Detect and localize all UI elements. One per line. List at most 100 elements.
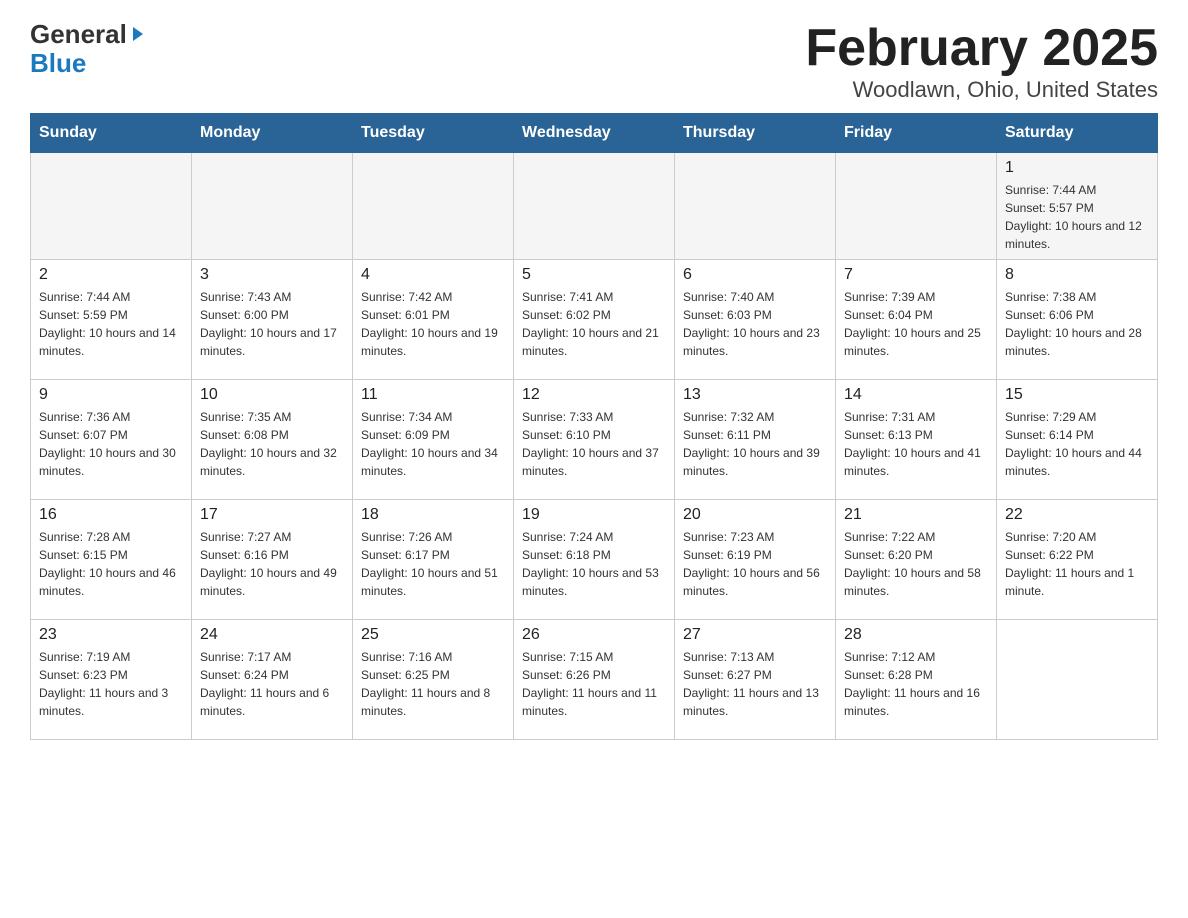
- calendar-cell: [997, 620, 1158, 740]
- calendar-week-5: 23 Sunrise: 7:19 AM Sunset: 6:23 PM Dayli…: [31, 620, 1158, 740]
- day-number: 20: [683, 506, 827, 524]
- day-info: Sunrise: 7:42 AM Sunset: 6:01 PM Dayligh…: [361, 288, 505, 360]
- day-number: 14: [844, 386, 988, 404]
- calendar-cell: 9 Sunrise: 7:36 AM Sunset: 6:07 PM Daylig…: [31, 380, 192, 500]
- calendar-cell: 8 Sunrise: 7:38 AM Sunset: 6:06 PM Daylig…: [997, 260, 1158, 380]
- day-info: Sunrise: 7:24 AM Sunset: 6:18 PM Dayligh…: [522, 528, 666, 600]
- day-number: 19: [522, 506, 666, 524]
- day-number: 9: [39, 386, 183, 404]
- day-number: 15: [1005, 386, 1149, 404]
- day-header-wednesday: Wednesday: [514, 114, 675, 153]
- day-number: 18: [361, 506, 505, 524]
- day-number: 23: [39, 626, 183, 644]
- calendar-body: 1 Sunrise: 7:44 AM Sunset: 5:57 PM Daylig…: [31, 153, 1158, 740]
- page-title: February 2025: [805, 20, 1158, 77]
- calendar-cell: 15 Sunrise: 7:29 AM Sunset: 6:14 PM Dayli…: [997, 380, 1158, 500]
- day-info: Sunrise: 7:13 AM Sunset: 6:27 PM Dayligh…: [683, 648, 827, 720]
- day-number: 12: [522, 386, 666, 404]
- logo: General Blue: [30, 20, 147, 77]
- day-number: 27: [683, 626, 827, 644]
- calendar-cell: 28 Sunrise: 7:12 AM Sunset: 6:28 PM Dayli…: [836, 620, 997, 740]
- day-info: Sunrise: 7:41 AM Sunset: 6:02 PM Dayligh…: [522, 288, 666, 360]
- title-block: February 2025 Woodlawn, Ohio, United Sta…: [805, 20, 1158, 103]
- calendar-cell: 16 Sunrise: 7:28 AM Sunset: 6:15 PM Dayli…: [31, 500, 192, 620]
- day-number: 21: [844, 506, 988, 524]
- calendar-week-4: 16 Sunrise: 7:28 AM Sunset: 6:15 PM Dayli…: [31, 500, 1158, 620]
- calendar-week-2: 2 Sunrise: 7:44 AM Sunset: 5:59 PM Daylig…: [31, 260, 1158, 380]
- calendar-cell: [675, 153, 836, 260]
- day-info: Sunrise: 7:17 AM Sunset: 6:24 PM Dayligh…: [200, 648, 344, 720]
- day-header-sunday: Sunday: [31, 114, 192, 153]
- day-info: Sunrise: 7:28 AM Sunset: 6:15 PM Dayligh…: [39, 528, 183, 600]
- day-info: Sunrise: 7:29 AM Sunset: 6:14 PM Dayligh…: [1005, 408, 1149, 480]
- day-info: Sunrise: 7:15 AM Sunset: 6:26 PM Dayligh…: [522, 648, 666, 720]
- day-header-tuesday: Tuesday: [353, 114, 514, 153]
- calendar-cell: 5 Sunrise: 7:41 AM Sunset: 6:02 PM Daylig…: [514, 260, 675, 380]
- day-info: Sunrise: 7:23 AM Sunset: 6:19 PM Dayligh…: [683, 528, 827, 600]
- logo-blue-text: Blue: [30, 48, 86, 78]
- page-header: General Blue February 2025 Woodlawn, Ohi…: [30, 20, 1158, 103]
- calendar-cell: [31, 153, 192, 260]
- day-header-thursday: Thursday: [675, 114, 836, 153]
- day-number: 11: [361, 386, 505, 404]
- day-number: 24: [200, 626, 344, 644]
- calendar-cell: [514, 153, 675, 260]
- day-info: Sunrise: 7:20 AM Sunset: 6:22 PM Dayligh…: [1005, 528, 1149, 600]
- calendar-cell: 11 Sunrise: 7:34 AM Sunset: 6:09 PM Dayli…: [353, 380, 514, 500]
- calendar-cell: 26Sunrise: 7:15 AM Sunset: 6:26 PM Dayli…: [514, 620, 675, 740]
- day-info: Sunrise: 7:31 AM Sunset: 6:13 PM Dayligh…: [844, 408, 988, 480]
- day-header-saturday: Saturday: [997, 114, 1158, 153]
- day-info: Sunrise: 7:27 AM Sunset: 6:16 PM Dayligh…: [200, 528, 344, 600]
- calendar-cell: 22Sunrise: 7:20 AM Sunset: 6:22 PM Dayli…: [997, 500, 1158, 620]
- day-number: 8: [1005, 266, 1149, 284]
- day-info: Sunrise: 7:40 AM Sunset: 6:03 PM Dayligh…: [683, 288, 827, 360]
- day-info: Sunrise: 7:34 AM Sunset: 6:09 PM Dayligh…: [361, 408, 505, 480]
- day-info: Sunrise: 7:26 AM Sunset: 6:17 PM Dayligh…: [361, 528, 505, 600]
- calendar-cell: 13 Sunrise: 7:32 AM Sunset: 6:11 PM Dayli…: [675, 380, 836, 500]
- day-info: Sunrise: 7:43 AM Sunset: 6:00 PM Dayligh…: [200, 288, 344, 360]
- calendar-cell: 2 Sunrise: 7:44 AM Sunset: 5:59 PM Daylig…: [31, 260, 192, 380]
- calendar-cell: 25Sunrise: 7:16 AM Sunset: 6:25 PM Dayli…: [353, 620, 514, 740]
- calendar-cell: 10 Sunrise: 7:35 AM Sunset: 6:08 PM Dayli…: [192, 380, 353, 500]
- day-info: Sunrise: 7:44 AM Sunset: 5:57 PM Dayligh…: [1005, 181, 1149, 253]
- day-header-monday: Monday: [192, 114, 353, 153]
- day-info: Sunrise: 7:12 AM Sunset: 6:28 PM Dayligh…: [844, 648, 988, 720]
- calendar-cell: 17 Sunrise: 7:27 AM Sunset: 6:16 PM Dayli…: [192, 500, 353, 620]
- calendar-cell: 14 Sunrise: 7:31 AM Sunset: 6:13 PM Dayli…: [836, 380, 997, 500]
- calendar-cell: 19 Sunrise: 7:24 AM Sunset: 6:18 PM Dayli…: [514, 500, 675, 620]
- day-number: 28: [844, 626, 988, 644]
- calendar-cell: 27 Sunrise: 7:13 AM Sunset: 6:27 PM Dayli…: [675, 620, 836, 740]
- calendar-cell: 23 Sunrise: 7:19 AM Sunset: 6:23 PM Dayli…: [31, 620, 192, 740]
- day-number: 13: [683, 386, 827, 404]
- day-number: 2: [39, 266, 183, 284]
- logo-general-text: General: [30, 20, 127, 49]
- calendar-cell: [836, 153, 997, 260]
- day-info: Sunrise: 7:35 AM Sunset: 6:08 PM Dayligh…: [200, 408, 344, 480]
- calendar-week-1: 1 Sunrise: 7:44 AM Sunset: 5:57 PM Daylig…: [31, 153, 1158, 260]
- day-number: 7: [844, 266, 988, 284]
- calendar-cell: 21Sunrise: 7:22 AM Sunset: 6:20 PM Dayli…: [836, 500, 997, 620]
- calendar-cell: 6Sunrise: 7:40 AM Sunset: 6:03 PM Daylig…: [675, 260, 836, 380]
- calendar-cell: 12 Sunrise: 7:33 AM Sunset: 6:10 PM Dayli…: [514, 380, 675, 500]
- calendar-cell: 18 Sunrise: 7:26 AM Sunset: 6:17 PM Dayli…: [353, 500, 514, 620]
- calendar-header: SundayMondayTuesdayWednesdayThursdayFrid…: [31, 114, 1158, 153]
- day-info: Sunrise: 7:38 AM Sunset: 6:06 PM Dayligh…: [1005, 288, 1149, 360]
- day-number: 16: [39, 506, 183, 524]
- day-info: Sunrise: 7:32 AM Sunset: 6:11 PM Dayligh…: [683, 408, 827, 480]
- day-number: 17: [200, 506, 344, 524]
- page-subtitle: Woodlawn, Ohio, United States: [805, 77, 1158, 103]
- day-info: Sunrise: 7:39 AM Sunset: 6:04 PM Dayligh…: [844, 288, 988, 360]
- day-number: 5: [522, 266, 666, 284]
- day-info: Sunrise: 7:36 AM Sunset: 6:07 PM Dayligh…: [39, 408, 183, 480]
- day-number: 1: [1005, 159, 1149, 177]
- calendar-table: SundayMondayTuesdayWednesdayThursdayFrid…: [30, 113, 1158, 740]
- calendar-cell: 20 Sunrise: 7:23 AM Sunset: 6:19 PM Dayli…: [675, 500, 836, 620]
- day-info: Sunrise: 7:19 AM Sunset: 6:23 PM Dayligh…: [39, 648, 183, 720]
- day-number: 10: [200, 386, 344, 404]
- calendar-cell: 3 Sunrise: 7:43 AM Sunset: 6:00 PM Daylig…: [192, 260, 353, 380]
- day-info: Sunrise: 7:44 AM Sunset: 5:59 PM Dayligh…: [39, 288, 183, 360]
- calendar-week-3: 9 Sunrise: 7:36 AM Sunset: 6:07 PM Daylig…: [31, 380, 1158, 500]
- day-info: Sunrise: 7:33 AM Sunset: 6:10 PM Dayligh…: [522, 408, 666, 480]
- day-number: 25: [361, 626, 505, 644]
- day-number: 3: [200, 266, 344, 284]
